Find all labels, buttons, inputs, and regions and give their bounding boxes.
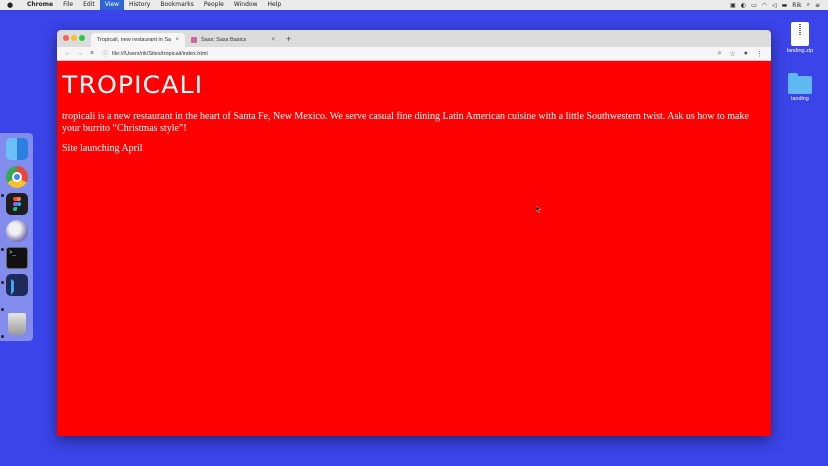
running-indicator	[1, 281, 4, 284]
menu-window[interactable]: Window	[229, 0, 263, 10]
tab-title: Sass: Sass Basics	[201, 37, 247, 43]
menu-edit[interactable]: Edit	[78, 0, 100, 10]
running-indicator	[1, 335, 4, 338]
folder-icon	[788, 73, 812, 94]
tab-strip: Tropicali, new restaurant in Sa × Sass: …	[57, 30, 771, 47]
toolbar-actions: ⌕ ☆ ● ⋮	[718, 50, 771, 58]
running-indicator	[1, 248, 4, 251]
url-text: file:///Users/rik/Sites/tropicali/index.…	[112, 50, 208, 57]
running-indicator	[1, 308, 4, 311]
battery-icon[interactable]: ▬	[782, 2, 788, 9]
browser-toolbar: ← → × ⓘ file:///Users/rik/Sites/tropical…	[57, 47, 771, 61]
zip-file-icon	[791, 22, 809, 46]
chrome-icon[interactable]	[6, 166, 28, 188]
site-logo: TROPICALI	[62, 71, 204, 99]
minimize-window-button[interactable]	[71, 35, 77, 41]
status-area: ▣ ◐ ▭ ◠ ◁ ▬ Rik ⌕ ≡	[730, 1, 828, 9]
desktop-item-label: landing	[791, 96, 809, 102]
close-window-button[interactable]	[63, 35, 69, 41]
menu-history[interactable]: History	[124, 0, 155, 10]
new-tab-button[interactable]: +	[286, 33, 291, 45]
stop-loading-icon[interactable]: ×	[86, 50, 98, 57]
menu-people[interactable]: People	[199, 0, 229, 10]
browser-window: Tropicali, new restaurant in Sa × Sass: …	[57, 30, 771, 436]
figma-icon[interactable]	[6, 193, 28, 215]
restaurant-description: tropicali is a new restaurant in the hea…	[62, 111, 749, 134]
finder-icon[interactable]	[6, 138, 28, 160]
movie-icon[interactable]	[6, 220, 28, 242]
search-icon[interactable]: ⌕	[807, 1, 810, 9]
sass-favicon-icon	[191, 37, 197, 43]
menu-app-name[interactable]: Chrome	[22, 0, 58, 10]
screen-record-icon[interactable]: ▣	[730, 2, 736, 9]
tab-title: Tropicali, new restaurant in Sa	[97, 37, 172, 43]
terminal-icon[interactable]: >_	[6, 247, 28, 269]
launch-notice: Site launching April	[62, 143, 143, 154]
menu-file[interactable]: File	[58, 0, 78, 10]
menu-list-icon[interactable]: ≡	[815, 2, 820, 9]
desktop-item-label: landing.zip	[786, 48, 814, 54]
info-icon[interactable]: ⓘ	[102, 49, 108, 58]
menu-bar: ● Chrome File Edit View History Bookmark…	[0, 0, 828, 10]
volume-icon[interactable]: ◁	[772, 2, 777, 9]
airplay-icon[interactable]: ▭	[751, 2, 757, 9]
tab-sass-basics[interactable]: Sass: Sass Basics ×	[185, 33, 281, 47]
menu-help[interactable]: Help	[263, 0, 287, 10]
close-tab-icon[interactable]: ×	[175, 37, 179, 43]
maximize-window-button[interactable]	[79, 35, 85, 41]
menu-view[interactable]: View	[99, 0, 124, 10]
zoom-icon[interactable]: ⌕	[718, 50, 722, 58]
vscode-icon[interactable]	[6, 274, 28, 296]
running-indicator	[1, 194, 4, 197]
dock: >_	[0, 133, 33, 341]
wifi-icon[interactable]: ◠	[762, 2, 767, 9]
trash-icon[interactable]	[8, 313, 26, 335]
user-name[interactable]: Rik	[792, 2, 801, 9]
close-tab-icon[interactable]: ×	[271, 37, 275, 43]
desktop-item-landing-zip[interactable]: landing.zip	[780, 22, 820, 54]
page-content: TROPICALI tropicali is a new restaurant …	[57, 61, 771, 436]
bookmark-star-icon[interactable]: ☆	[729, 50, 735, 58]
sound-icon[interactable]: ◐	[741, 2, 746, 9]
address-bar[interactable]: ⓘ file:///Users/rik/Sites/tropicali/inde…	[102, 48, 718, 59]
forward-icon[interactable]: →	[74, 50, 86, 57]
desktop-item-landing-folder[interactable]: landing	[780, 73, 820, 102]
tab-tropicali[interactable]: Tropicali, new restaurant in Sa ×	[91, 33, 185, 47]
mouse-cursor-icon	[536, 206, 541, 213]
apple-icon[interactable]: ●	[6, 1, 14, 9]
profile-icon[interactable]: ●	[744, 50, 748, 58]
more-menu-icon[interactable]: ⋮	[756, 50, 763, 58]
back-icon[interactable]: ←	[62, 50, 74, 57]
menu-bookmarks[interactable]: Bookmarks	[155, 0, 199, 10]
